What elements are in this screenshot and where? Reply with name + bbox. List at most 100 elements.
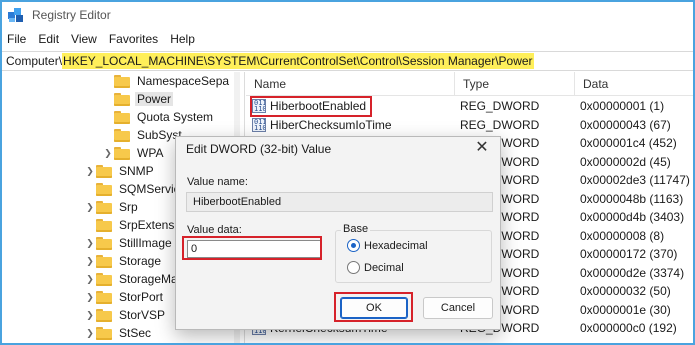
base-label: Base bbox=[341, 223, 371, 235]
menu-file[interactable]: File bbox=[2, 32, 32, 46]
tree-item[interactable]: SQMServic bbox=[84, 180, 182, 198]
registry-editor-icon bbox=[8, 7, 24, 23]
folder-icon bbox=[114, 146, 130, 160]
value-name-field: HiberbootEnabled bbox=[186, 192, 493, 212]
tree-item-label: WPA bbox=[137, 146, 164, 160]
chevron-right-icon[interactable]: ❯ bbox=[84, 198, 96, 216]
tree-item[interactable]: ❯ Storage bbox=[84, 252, 163, 270]
tree-item-label: NamespaceSepa bbox=[137, 74, 230, 88]
tree-item[interactable]: Quota System bbox=[102, 108, 215, 126]
folder-icon bbox=[114, 110, 130, 124]
radio-decimal-label: Decimal bbox=[364, 261, 404, 274]
tree-item-label: Storage bbox=[119, 254, 162, 268]
menu-favorites[interactable]: Favorites bbox=[103, 32, 164, 46]
chevron-right-icon[interactable]: ❯ bbox=[84, 252, 96, 270]
tree-item[interactable]: Power bbox=[102, 90, 174, 108]
value-data: 0x0000002d (45) bbox=[580, 154, 671, 169]
radio-hexadecimal[interactable]: Hexadecimal bbox=[347, 239, 428, 252]
tree-item[interactable]: ❯ StorPort bbox=[84, 288, 165, 306]
tree-item[interactable]: ❯ WPA bbox=[102, 144, 165, 162]
value-data: 0x00000d4b (3403) bbox=[580, 210, 685, 224]
column-type[interactable]: Type bbox=[454, 72, 574, 96]
tree-item[interactable]: SrpExtensi bbox=[84, 216, 179, 234]
value-row[interactable]: 011 110 HiberbootEnabled REG_DWORD 0x0000000… bbox=[246, 97, 693, 115]
tree-item[interactable]: NamespaceSepa bbox=[102, 72, 231, 90]
radio-hexadecimal-label: Hexadecimal bbox=[364, 239, 428, 252]
chevron-right-icon[interactable]: ❯ bbox=[84, 324, 96, 342]
value-data: 0x00000001 (1) bbox=[580, 99, 665, 113]
value-data-input[interactable]: 0 bbox=[187, 240, 322, 258]
title-bar: Registry Editor bbox=[2, 2, 693, 28]
value-data: 0x00000d2e (3374) bbox=[580, 265, 685, 280]
tree-item-label: Srp bbox=[119, 200, 138, 214]
tree-item-label: SNMP bbox=[119, 164, 154, 178]
tree-item[interactable]: ❯ StSec bbox=[84, 324, 153, 342]
ok-button[interactable]: OK bbox=[340, 297, 408, 319]
value-name: HiberbootEnabled bbox=[270, 99, 367, 113]
value-data-label: Value data: bbox=[187, 224, 242, 236]
chevron-right-icon[interactable]: ❯ bbox=[102, 144, 114, 162]
cancel-button[interactable]: Cancel bbox=[423, 297, 493, 319]
tree-item[interactable]: SubSyst bbox=[102, 126, 184, 144]
tree-item-label: StSec bbox=[119, 326, 152, 340]
folder-icon bbox=[96, 326, 112, 340]
folder-icon bbox=[96, 308, 112, 322]
address-path-highlighted: HKEY_LOCAL_MACHINE\SYSTEM\CurrentControl… bbox=[62, 53, 534, 69]
value-row[interactable]: 011 110 HiberChecksumIoTime REG_DWORD 0x0000… bbox=[246, 116, 693, 134]
menu-view[interactable]: View bbox=[65, 32, 103, 46]
tree-item-label: StillImage bbox=[119, 236, 172, 250]
folder-icon bbox=[114, 128, 130, 142]
value-data: 0x0000048b (1163) bbox=[580, 191, 684, 206]
address-bar[interactable]: Computer\ HKEY_LOCAL_MACHINE\SYSTEM\Curre… bbox=[2, 51, 693, 71]
tree-item[interactable]: ❯ StorageMa bbox=[84, 270, 180, 288]
tree-item[interactable]: ❯ StillImage bbox=[84, 234, 174, 252]
address-prefix: Computer\ bbox=[6, 54, 63, 68]
tree-item-label: StorVSP bbox=[119, 308, 166, 322]
column-data[interactable]: Data bbox=[574, 72, 693, 96]
value-name: HiberChecksumIoTime bbox=[270, 117, 392, 132]
chevron-right-icon[interactable]: ❯ bbox=[84, 288, 96, 306]
chevron-right-icon[interactable]: ❯ bbox=[84, 270, 96, 288]
value-data: 0x00000043 (67) bbox=[580, 117, 671, 132]
value-data: 0x000001c4 (452) bbox=[580, 136, 677, 150]
folder-icon bbox=[96, 290, 112, 304]
value-type: REG_DWORD bbox=[460, 99, 540, 113]
chevron-right-icon[interactable]: ❯ bbox=[84, 306, 96, 324]
window-title: Registry Editor bbox=[32, 8, 111, 22]
folder-icon bbox=[96, 236, 112, 250]
tree-item[interactable]: ❯ Srp bbox=[84, 198, 140, 216]
folder-icon bbox=[96, 182, 112, 196]
close-icon[interactable]: ✕ bbox=[474, 139, 490, 157]
menu-bar: File Edit View Favorites Help bbox=[2, 29, 693, 49]
folder-icon bbox=[96, 254, 112, 268]
tree-item[interactable]: ❯ SNMP bbox=[84, 162, 156, 180]
reg-dword-icon: 011110 bbox=[252, 99, 266, 113]
column-name[interactable]: Name bbox=[246, 72, 454, 96]
reg-dword-icon: 011110 bbox=[252, 117, 266, 132]
edit-dword-dialog: Edit DWORD (32-bit) Value ✕ Value name: … bbox=[175, 136, 501, 330]
chevron-right-icon[interactable]: ❯ bbox=[84, 234, 96, 252]
radio-hexadecimal-indicator[interactable] bbox=[347, 239, 360, 252]
tree-item[interactable]: ❯ StorVSP bbox=[84, 306, 167, 324]
tree-item-label: SQMServic bbox=[119, 182, 180, 196]
base-group bbox=[335, 230, 492, 283]
value-data: 0x0000001e (30) bbox=[580, 302, 671, 317]
folder-icon bbox=[96, 164, 112, 178]
menu-edit[interactable]: Edit bbox=[32, 32, 65, 46]
tree-item-label: StorPort bbox=[119, 290, 164, 304]
value-data: 0x00000032 (50) bbox=[580, 284, 671, 298]
menu-help[interactable]: Help bbox=[164, 32, 201, 46]
tree-item-label: SrpExtensi bbox=[119, 218, 178, 232]
tree-item-label: Power bbox=[135, 92, 174, 106]
dialog-title: Edit DWORD (32-bit) Value bbox=[186, 142, 332, 156]
radio-decimal-indicator[interactable] bbox=[347, 261, 360, 274]
value-data: 0x000000c0 (192) bbox=[580, 321, 677, 335]
radio-decimal[interactable]: Decimal bbox=[347, 261, 404, 274]
chevron-right-icon[interactable]: ❯ bbox=[84, 162, 96, 180]
